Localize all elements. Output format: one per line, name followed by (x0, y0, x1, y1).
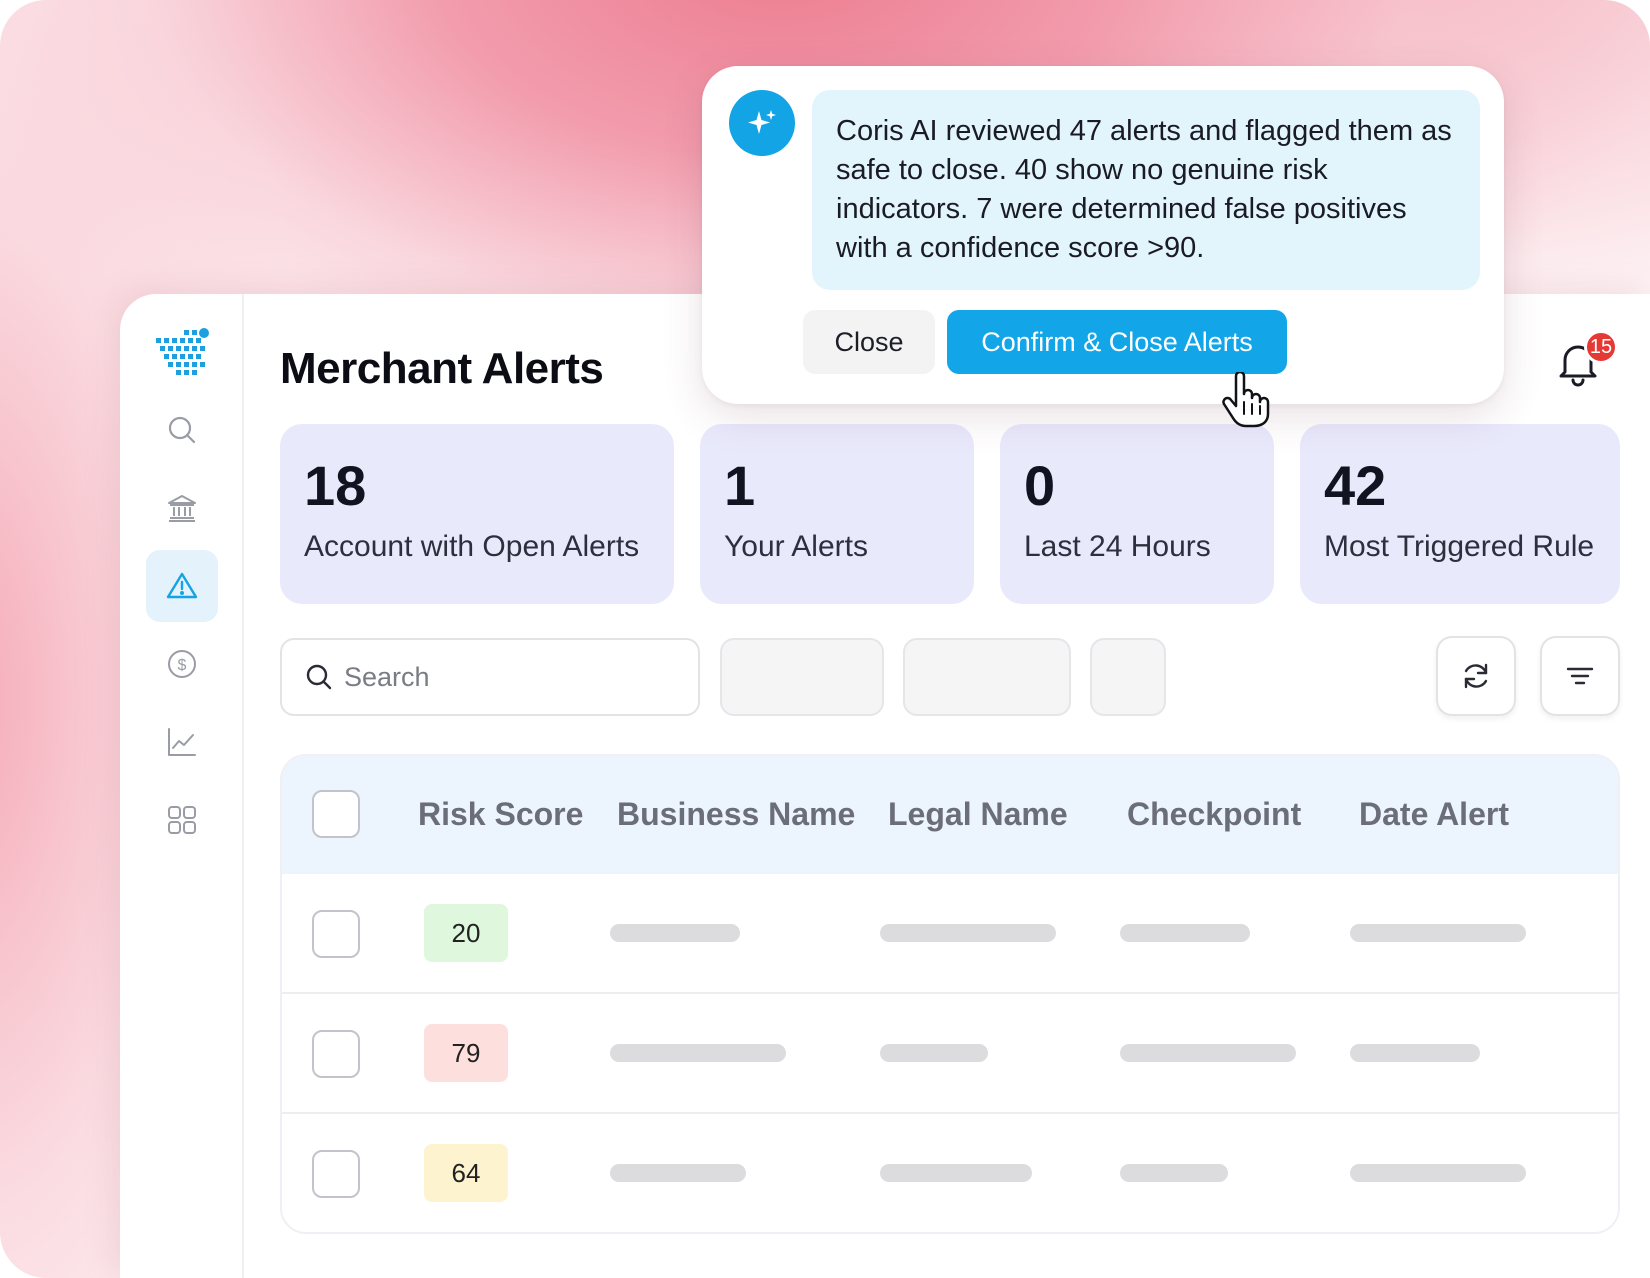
search-icon (168, 416, 196, 444)
search-icon (306, 664, 332, 690)
placeholder-bar (610, 924, 740, 942)
bank-icon (168, 495, 196, 522)
placeholder-bar (880, 924, 1056, 942)
notification-count-badge: 15 (1584, 330, 1618, 364)
placeholder-bar (1120, 1044, 1296, 1062)
ai-suggestion-popup: Coris AI reviewed 47 alerts and flagged … (702, 66, 1504, 404)
alert-triangle-icon (166, 572, 198, 599)
column-header-checkpoint[interactable]: Checkpoint (1127, 796, 1301, 833)
table-row[interactable]: 20 (282, 874, 1618, 994)
page-title: Merchant Alerts (280, 344, 604, 393)
stat-value: 0 (1024, 454, 1056, 517)
stat-value: 18 (304, 454, 367, 517)
sidebar-item-payments[interactable]: $ (146, 628, 218, 700)
brand-logo (156, 328, 209, 375)
refresh-button[interactable] (1436, 636, 1516, 716)
risk-score-badge: 79 (424, 1024, 508, 1082)
placeholder-bar (880, 1164, 1032, 1182)
placeholder-bar (1350, 1164, 1526, 1182)
dollar-circle-icon: $ (168, 650, 196, 678)
stat-card-open-alerts[interactable]: 18 Account with Open Alerts (280, 424, 674, 604)
filter-button[interactable] (1540, 636, 1620, 716)
stat-label: Most Triggered Rule (1324, 530, 1595, 563)
line-chart-icon (168, 728, 196, 756)
select-all-checkbox[interactable] (312, 790, 360, 838)
row-checkbox[interactable] (312, 1030, 360, 1078)
column-header-business-name[interactable]: Business Name (617, 796, 855, 833)
stat-label: Account with Open Alerts (304, 530, 640, 563)
placeholder-bar (880, 1044, 988, 1062)
placeholder-bar (1120, 1164, 1228, 1182)
search-input[interactable] (344, 661, 684, 693)
risk-score-badge: 64 (424, 1144, 508, 1202)
column-header-legal-name[interactable]: Legal Name (888, 796, 1068, 833)
column-header-date-alert[interactable]: Date Alert (1359, 796, 1509, 833)
notifications-button[interactable]: 15 (1552, 330, 1618, 390)
filter-chip[interactable] (903, 638, 1071, 716)
stat-card-most-triggered-rule[interactable]: 42 Most Triggered Rule (1300, 424, 1620, 604)
sidebar-item-search[interactable] (146, 394, 218, 466)
placeholder-bar (610, 1164, 746, 1182)
sidebar-item-analytics[interactable] (146, 706, 218, 778)
grid-icon (168, 806, 196, 834)
placeholder-bar (610, 1044, 786, 1062)
ai-avatar (729, 90, 795, 156)
table-header: Risk Score Business Name Legal Name Chec… (282, 756, 1618, 874)
hand-pointer-cursor-icon (1222, 372, 1270, 428)
sparkles-icon (748, 110, 776, 134)
filter-chip[interactable] (720, 638, 884, 716)
stat-value: 42 (1324, 454, 1387, 517)
stat-card-your-alerts[interactable]: 1 Your Alerts (700, 424, 974, 604)
placeholder-bar (1350, 1044, 1480, 1062)
stat-card-last-24-hours[interactable]: 0 Last 24 Hours (1000, 424, 1274, 604)
column-header-risk-score[interactable]: Risk Score (418, 796, 583, 833)
ai-message: Coris AI reviewed 47 alerts and flagged … (812, 90, 1480, 290)
filter-lines-icon (1566, 667, 1594, 685)
svg-text:$: $ (178, 657, 187, 674)
row-checkbox[interactable] (312, 910, 360, 958)
risk-score-badge: 20 (424, 904, 508, 962)
stat-label: Last 24 Hours (1024, 530, 1211, 563)
stat-value: 1 (724, 454, 756, 517)
confirm-close-alerts-button[interactable]: Confirm & Close Alerts (947, 310, 1287, 374)
app-window: $ Merchant Alerts 15 18 Account with Ope… (120, 294, 1650, 1278)
sidebar-item-bank[interactable] (146, 472, 218, 544)
close-button[interactable]: Close (803, 310, 935, 374)
refresh-icon (1464, 663, 1488, 689)
table-row[interactable]: 64 (282, 1114, 1618, 1232)
row-checkbox[interactable] (312, 1150, 360, 1198)
filter-chip[interactable] (1090, 638, 1166, 716)
sidebar: $ (120, 294, 244, 1278)
stat-label: Your Alerts (724, 530, 868, 563)
placeholder-bar (1350, 924, 1526, 942)
placeholder-bar (1120, 924, 1250, 942)
sidebar-item-apps[interactable] (146, 784, 218, 856)
sidebar-item-alerts[interactable] (146, 550, 218, 622)
alerts-table: Risk Score Business Name Legal Name Chec… (280, 754, 1620, 1234)
search-box[interactable] (280, 638, 700, 716)
table-row[interactable]: 79 (282, 994, 1618, 1114)
